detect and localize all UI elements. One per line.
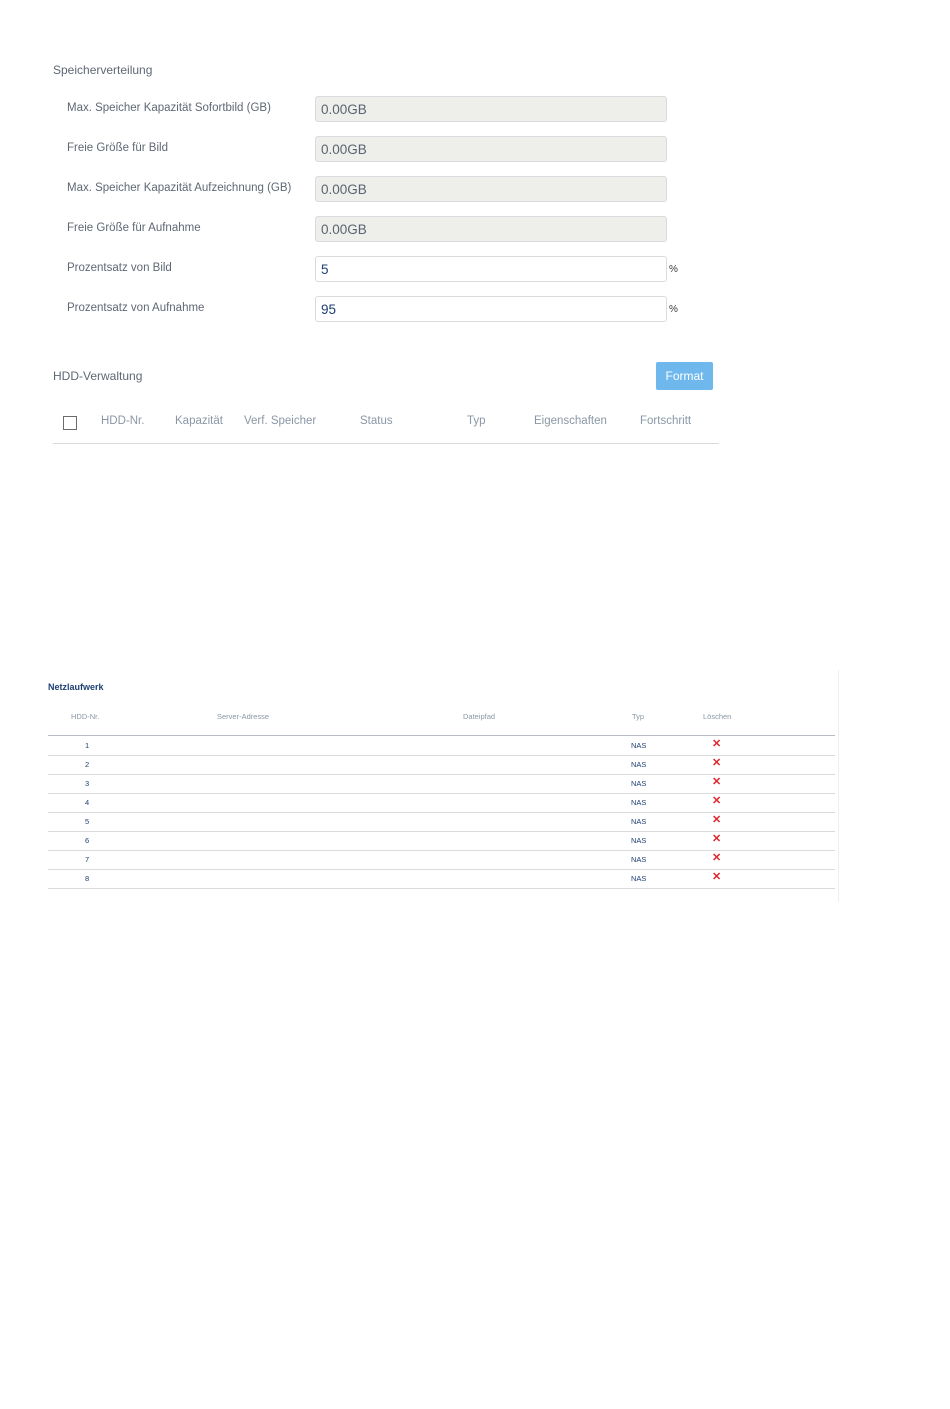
table-row: 5 NAS ✕: [48, 812, 835, 832]
select-all-checkbox[interactable]: [63, 416, 77, 430]
net-row-type: NAS: [631, 760, 647, 769]
network-drive-panel: Netzlaufwerk HDD-Nr. Server-Adresse Date…: [40, 670, 839, 902]
hdd-table-header: HDD-Nr. Kapazität Verf. Speicher Status …: [53, 406, 719, 444]
table-row: 3 NAS ✕: [48, 774, 835, 794]
net-row-number: 1: [85, 741, 90, 750]
image-percentage-label: Prozentsatz von Bild: [67, 262, 172, 274]
net-row-number: 2: [85, 760, 90, 769]
close-icon[interactable]: ✕: [712, 776, 721, 788]
table-row: 2 NAS ✕: [48, 755, 835, 775]
close-icon[interactable]: ✕: [712, 833, 721, 845]
close-icon[interactable]: ✕: [712, 871, 721, 883]
close-icon[interactable]: ✕: [712, 738, 721, 750]
close-icon[interactable]: ✕: [712, 757, 721, 769]
image-percentage-input[interactable]: [315, 256, 667, 282]
hdd-col-number: HDD-Nr.: [101, 415, 145, 427]
net-col-type: Typ: [632, 712, 645, 721]
net-row-number: 7: [85, 855, 90, 864]
hdd-management-title: HDD-Verwaltung: [53, 369, 143, 383]
free-image-size-field: [315, 136, 667, 162]
net-row-type: NAS: [631, 741, 647, 750]
net-row-type: NAS: [631, 874, 647, 883]
max-recording-capacity-label: Max. Speicher Kapazität Aufzeichnung (GB…: [67, 182, 292, 194]
hdd-col-status: Status: [360, 415, 393, 427]
hdd-col-capacity: Kapazität: [175, 415, 223, 427]
form-row-max-snapshot-capacity: Max. Speicher Kapazität Sofortbild (GB): [67, 96, 727, 124]
table-row: 8 NAS ✕: [48, 869, 835, 889]
hdd-col-progress: Fortschritt: [640, 415, 692, 427]
net-row-type: NAS: [631, 798, 647, 807]
net-row-number: 5: [85, 817, 90, 826]
hdd-col-properties: Eigenschaften: [534, 415, 607, 427]
net-row-number: 3: [85, 779, 90, 788]
free-image-size-label: Freie Größe für Bild: [67, 142, 168, 154]
form-row-max-recording-capacity: Max. Speicher Kapazität Aufzeichnung (GB…: [67, 176, 727, 204]
max-recording-capacity-field: [315, 176, 667, 202]
net-row-number: 6: [85, 836, 90, 845]
net-col-delete: Löschen: [703, 712, 732, 721]
recording-percentage-input[interactable]: [315, 296, 667, 322]
close-icon[interactable]: ✕: [712, 852, 721, 864]
close-icon[interactable]: ✕: [712, 814, 721, 826]
network-drive-title: Netzlaufwerk: [48, 682, 104, 692]
max-snapshot-capacity-field: [315, 96, 667, 122]
net-row-type: NAS: [631, 855, 647, 864]
net-row-number: 4: [85, 798, 90, 807]
table-row: 4 NAS ✕: [48, 793, 835, 813]
form-row-free-recording-size: Freie Größe für Aufnahme: [67, 216, 727, 244]
net-row-type: NAS: [631, 779, 647, 788]
storage-distribution-title: Speicherverteilung: [53, 63, 153, 77]
net-col-file-path: Dateipfad: [463, 712, 496, 721]
hdd-col-type: Typ: [467, 415, 486, 427]
net-row-type: NAS: [631, 817, 647, 826]
table-row: 6 NAS ✕: [48, 831, 835, 851]
table-row: 1 NAS ✕: [48, 736, 835, 756]
free-recording-size-label: Freie Größe für Aufnahme: [67, 222, 201, 234]
format-button[interactable]: Format: [656, 362, 713, 390]
free-recording-size-field: [315, 216, 667, 242]
close-icon[interactable]: ✕: [712, 795, 721, 807]
net-row-number: 8: [85, 874, 90, 883]
image-percentage-unit: %: [669, 264, 678, 275]
net-row-type: NAS: [631, 836, 647, 845]
form-row-free-image-size: Freie Größe für Bild: [67, 136, 727, 164]
form-row-image-percentage: Prozentsatz von Bild %: [67, 256, 727, 284]
max-snapshot-capacity-label: Max. Speicher Kapazität Sofortbild (GB): [67, 102, 271, 114]
recording-percentage-label: Prozentsatz von Aufnahme: [67, 302, 205, 314]
hdd-col-available: Verf. Speicher: [244, 415, 317, 427]
recording-percentage-unit: %: [669, 304, 678, 315]
net-col-number: HDD-Nr.: [71, 712, 100, 721]
form-row-recording-percentage: Prozentsatz von Aufnahme %: [67, 296, 727, 324]
table-row: 7 NAS ✕: [48, 850, 835, 870]
net-col-server-address: Server-Adresse: [217, 712, 270, 721]
